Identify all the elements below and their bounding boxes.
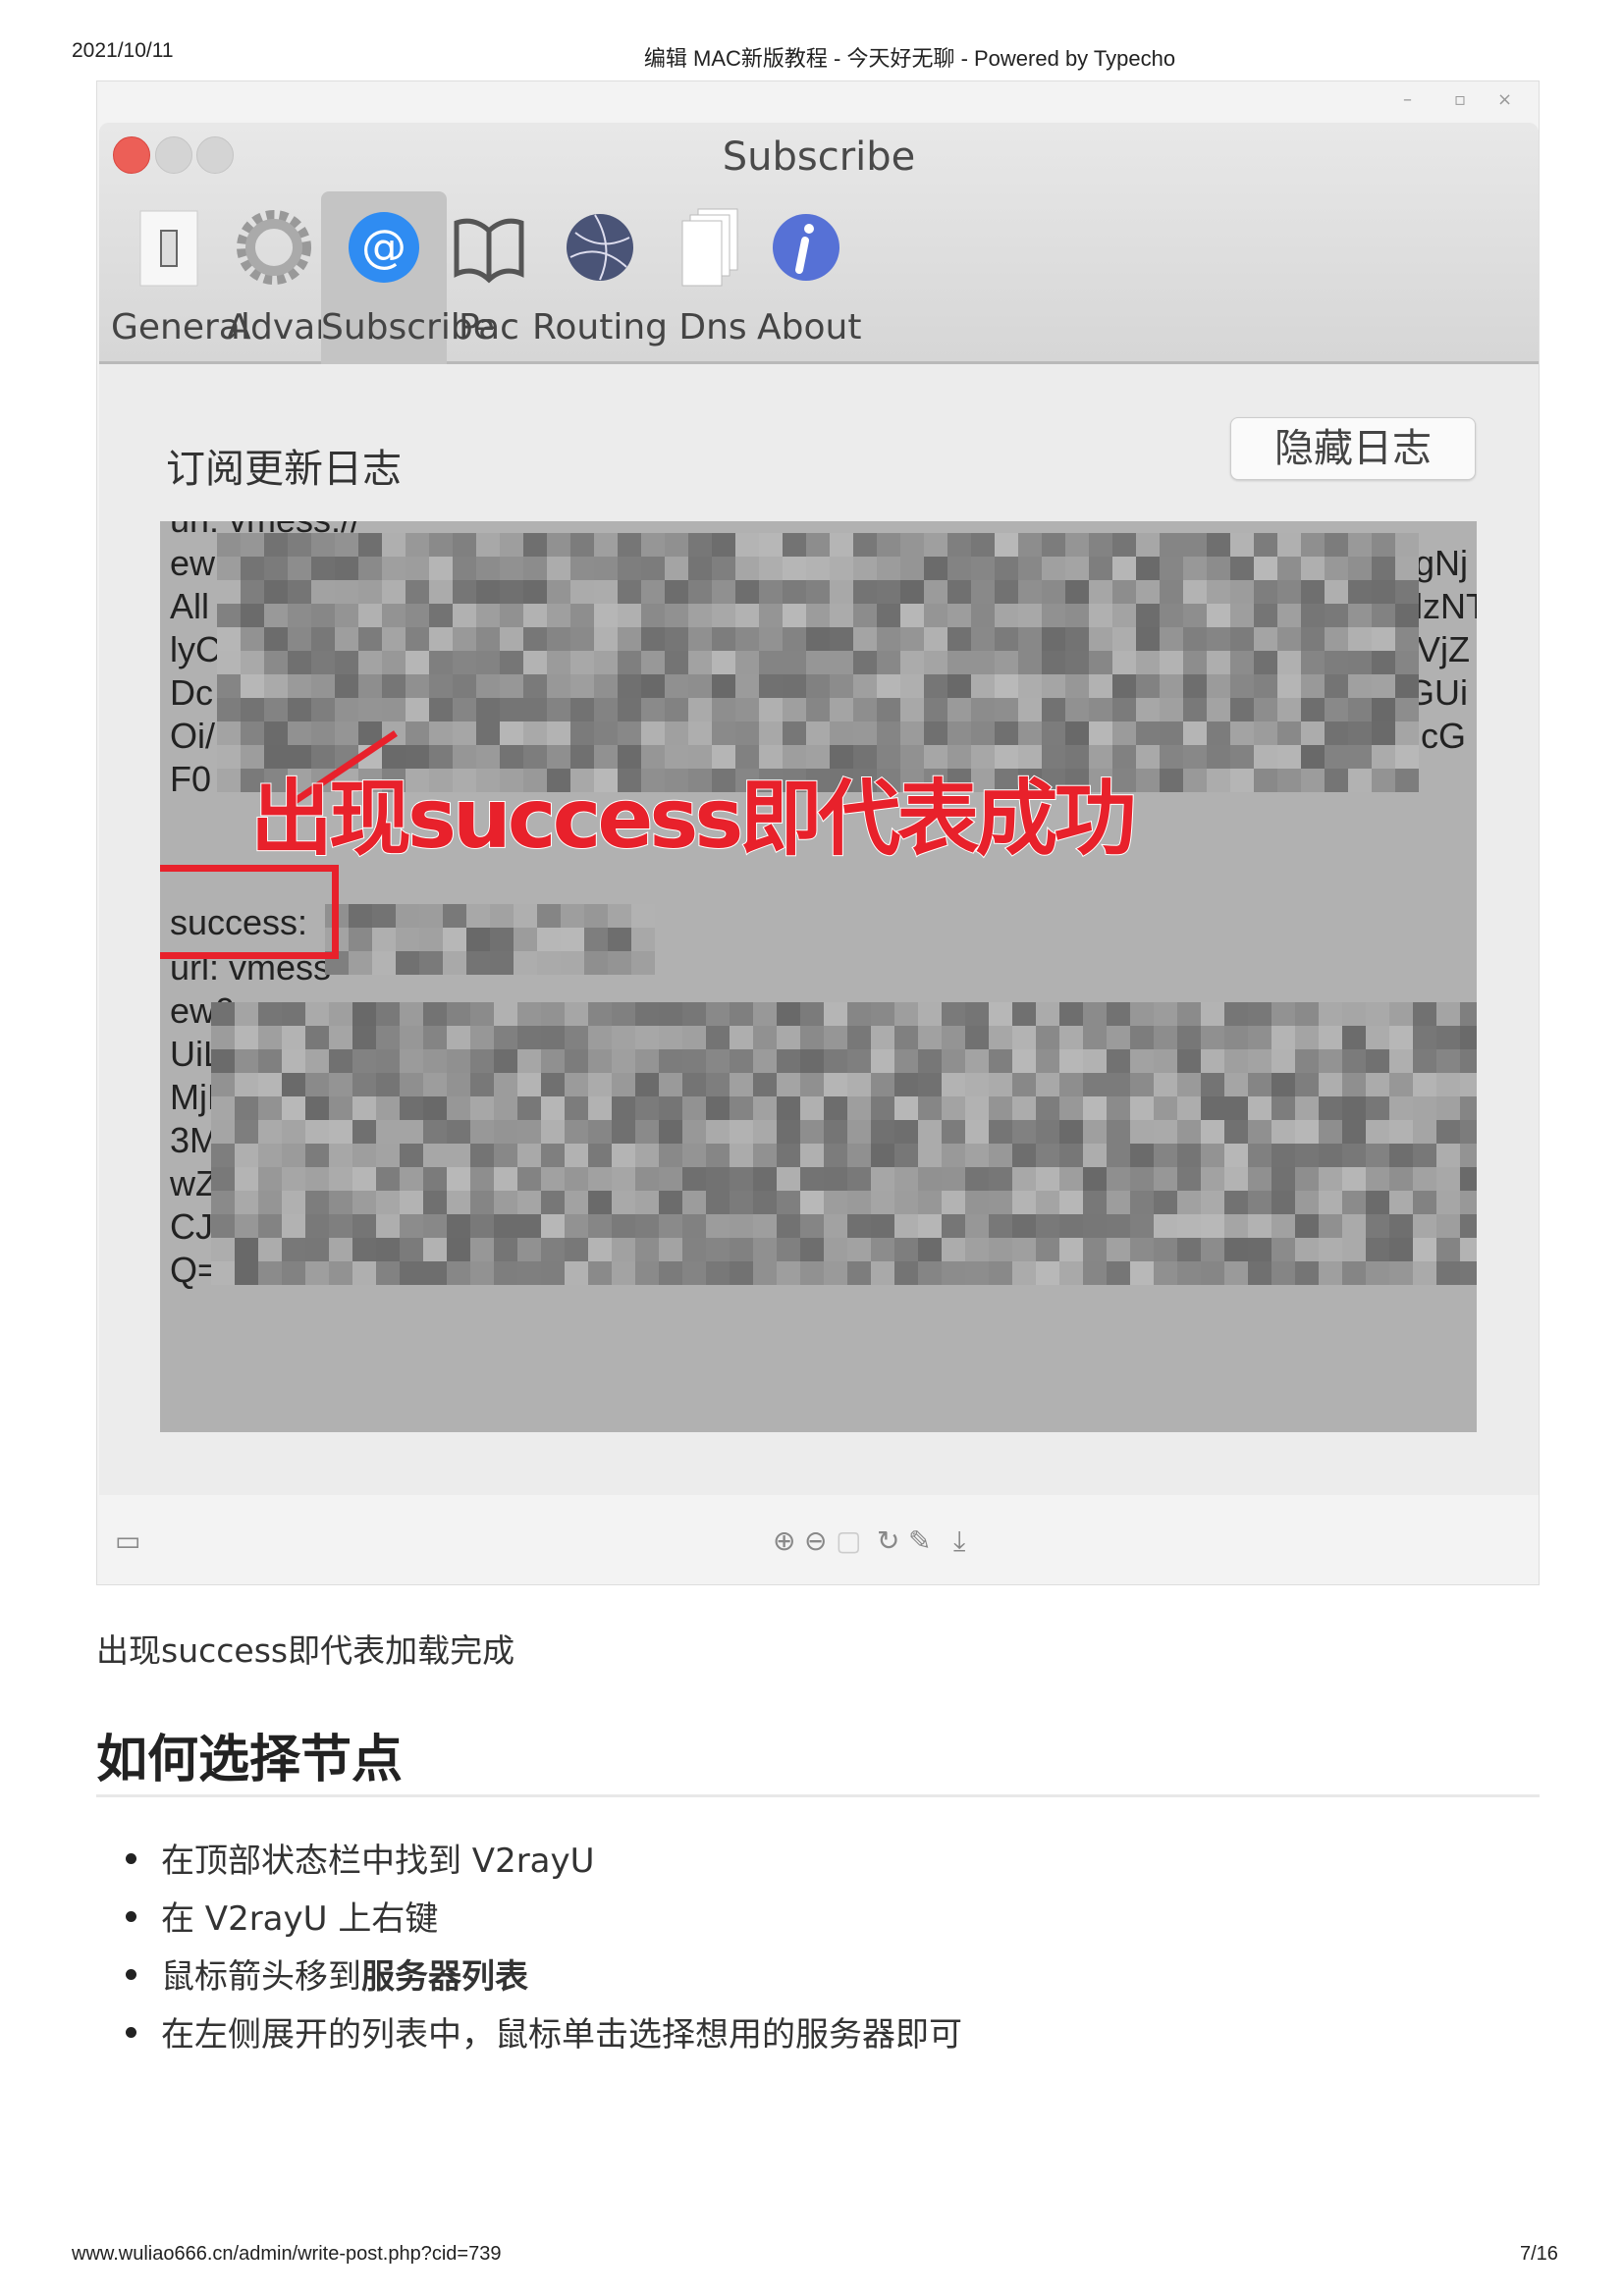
rotate-icon[interactable]: ↻ (877, 1524, 899, 1557)
minimize-icon[interactable]: – (1403, 89, 1412, 110)
page-number: 7/16 (1520, 2243, 1558, 2265)
hide-log-button[interactable]: 隐藏日志 (1230, 417, 1476, 480)
close-icon[interactable]: × (1497, 89, 1512, 110)
tab-subscribe[interactable]: @ Subscribe (321, 191, 495, 364)
annotation-box (160, 865, 339, 959)
list-item: 在左侧展开的列表中，鼠标单击选择想用的服务器即可 (126, 2007, 962, 2056)
log-output[interactable]: url: vmess://ewAlllyCDcOi/F0success:url:… (160, 521, 1477, 1432)
documents-icon (681, 208, 738, 287)
log-label: 订阅更新日志 (166, 447, 402, 492)
zoom-out-icon[interactable]: ⊖ (804, 1524, 827, 1557)
download-icon[interactable]: ⤓ (953, 1524, 965, 1558)
caption: 出现success即代表加载完成 (96, 1631, 515, 1670)
window-title: Subscribe (722, 134, 916, 180)
list-item: 在顶部状态栏中找到 V2rayU (126, 1834, 595, 1882)
tab-label: Subscribe (321, 307, 495, 347)
globe-network-icon (567, 214, 633, 281)
edit-icon[interactable]: ✎ (908, 1524, 931, 1557)
list-item-text: 在 V2rayU 上右键 (161, 1899, 439, 1939)
tab-label: Dns (678, 307, 747, 347)
tab-label: Routing (531, 307, 669, 347)
preferences-toolbar: Subscribe General Advance @ Subscribe Pa… (99, 123, 1539, 364)
preferences-window: Subscribe General Advance @ Subscribe Pa… (99, 123, 1539, 1495)
thumbnail-icon[interactable]: ▭ (115, 1524, 140, 1557)
zoom-in-icon[interactable]: ⊕ (773, 1524, 795, 1557)
book-icon (454, 218, 524, 284)
list-item: 鼠标箭头移到服务器列表 (126, 1949, 528, 1998)
print-title: 编辑 MAC新版教程 - 今天好无聊 - Powered by Typecho (643, 46, 1176, 71)
list-item-text: 在顶部状态栏中找到 V2rayU (161, 1842, 595, 1881)
gear-icon (237, 210, 311, 285)
info-icon (773, 214, 839, 281)
annotation-text: 出现success即代表成功 (249, 770, 1137, 868)
tab-general[interactable]: General (111, 191, 250, 364)
tab-label: General (111, 307, 250, 347)
actual-size-icon[interactable]: ▢ (836, 1524, 861, 1557)
at-sign-icon: @ (349, 212, 419, 283)
list-item-text: 在左侧展开的列表中，鼠标单击选择想用的服务器即可 (161, 2015, 962, 2055)
viewer-toolbar: ▭ ⊕ ⊖ ▢ ↻ ✎ ⤓ (97, 1495, 1539, 1586)
tab-dns[interactable]: Dns (669, 191, 757, 364)
list-item-bold: 服务器列表 (361, 1957, 528, 1997)
list-item-text: 鼠标箭头移到 (161, 1957, 361, 1997)
list-item: 在 V2rayU 上右键 (126, 1892, 438, 1940)
tab-label: Advance (227, 307, 379, 347)
annotation-arrow (286, 730, 398, 809)
tab-about[interactable]: About (757, 191, 862, 364)
svg-text:@: @ (361, 220, 406, 273)
tab-label: About (757, 307, 862, 347)
footer-url: www.wuliao666.cn/admin/write-post.php?ci… (72, 2243, 502, 2265)
tab-pac[interactable]: Pac (447, 191, 531, 364)
tab-advance[interactable]: Advance (227, 191, 379, 364)
toggle-switch-icon (139, 210, 198, 287)
screenshot-frame: – ▫ × Subscribe General Advance @ Subscr… (96, 80, 1540, 1585)
section-heading: 如何选择节点 (96, 1731, 404, 1789)
restore-icon[interactable]: ▫ (1454, 89, 1466, 110)
tab-label: Pac (459, 307, 519, 347)
heading-rule (96, 1794, 1540, 1797)
tab-routing[interactable]: Routing (531, 191, 669, 364)
